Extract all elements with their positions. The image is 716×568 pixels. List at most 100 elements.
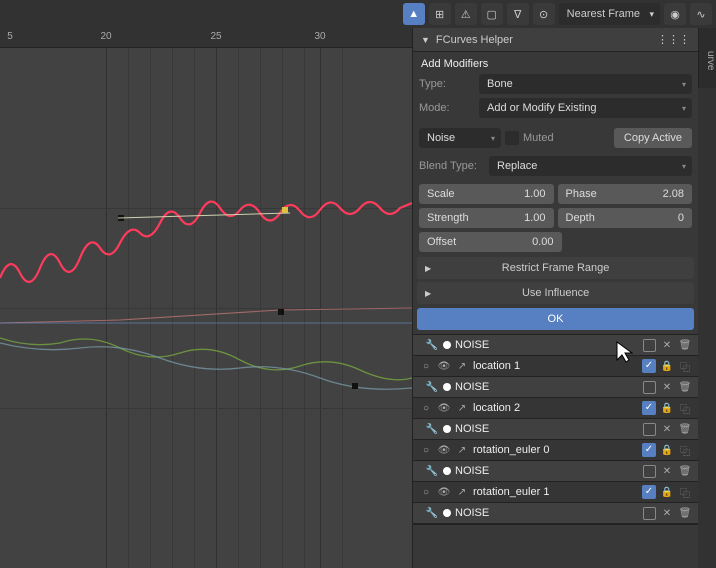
radio-icon[interactable]: ○: [419, 401, 433, 415]
radio-icon[interactable]: ○: [419, 359, 433, 373]
trash-icon[interactable]: 🗑: [678, 380, 692, 394]
lock-icon[interactable]: 🔒: [660, 485, 674, 499]
warning-icon[interactable]: ⚠: [455, 3, 477, 25]
offset-field[interactable]: Offset0.00: [419, 232, 562, 252]
pivot-icon[interactable]: ⊙: [533, 3, 555, 25]
channel-name: rotation_euler 0: [473, 444, 638, 456]
dot-icon: [443, 383, 451, 391]
modifier-row[interactable]: 🔧 NOISE ✕ 🗑: [413, 503, 698, 524]
type-label: Type:: [419, 78, 475, 90]
channel-checkbox[interactable]: [642, 485, 656, 499]
checkbox[interactable]: [643, 507, 656, 520]
channel-row[interactable]: ○ 👁 ↗ rotation_euler 0 🔒 ⿻: [413, 440, 698, 461]
restrict-frame-range-toggle[interactable]: ▶Restrict Frame Range: [417, 257, 694, 279]
wrench-icon: 🔧: [425, 380, 439, 394]
keyframe-handle: [278, 309, 284, 315]
channel-row[interactable]: ○👁↗location 2🔒⿻: [413, 398, 698, 419]
use-influence-toggle[interactable]: ▶Use Influence: [417, 282, 694, 304]
section-add-modifiers: Add Modifiers: [413, 52, 698, 72]
timeline-ruler[interactable]: 5 20 25 30: [0, 28, 412, 48]
modifier-name: NOISE: [455, 381, 639, 393]
muted-checkbox[interactable]: [505, 131, 519, 145]
n-panel: ▼ FCurves Helper ⋮⋮⋮ Add Modifiers Type:…: [412, 28, 698, 568]
ok-button[interactable]: OK: [417, 308, 694, 330]
curve-icon: ↗: [455, 359, 469, 373]
copy-icon[interactable]: ⿻: [678, 443, 692, 457]
panel-header[interactable]: ▼ FCurves Helper ⋮⋮⋮: [413, 28, 698, 52]
channel-row[interactable]: ○👁↗rotation_euler 1🔒⿻: [413, 482, 698, 503]
scale-field[interactable]: Scale1.00: [419, 184, 554, 204]
curve-icon: ↗: [455, 443, 469, 457]
graph-editor[interactable]: 5 20 25 30: [0, 28, 412, 568]
header-toolbar: ▲ ⊞ ⚠ ▢ ∇ ⊙ Nearest Frame ◉ ∿: [0, 0, 716, 28]
channel-name: location 2: [473, 402, 638, 414]
trash-icon[interactable]: 🗑: [678, 506, 692, 520]
modifier-name: NOISE: [455, 423, 639, 435]
cursor-tool-icon[interactable]: ▲: [403, 3, 425, 25]
wrench-icon: 🔧: [425, 506, 439, 520]
lock-icon[interactable]: 🔒: [660, 443, 674, 457]
modifier-row[interactable]: 🔧NOISE✕🗑: [413, 461, 698, 482]
keyframe-handle: [282, 207, 288, 213]
modifier-row[interactable]: 🔧NOISE✕🗑: [413, 419, 698, 440]
radio-icon[interactable]: ○: [419, 485, 433, 499]
close-icon[interactable]: ✕: [660, 506, 674, 520]
modifier-type-select[interactable]: Noise: [419, 128, 501, 148]
channel-row[interactable]: ○ 👁 ↗ location 1 🔒 ⿻: [413, 356, 698, 377]
snap-mode-select[interactable]: Nearest Frame: [559, 3, 660, 25]
channel-checkbox[interactable]: [642, 401, 656, 415]
side-tab[interactable]: urve: [698, 28, 716, 88]
wrench-icon: 🔧: [425, 338, 439, 352]
checkbox[interactable]: [643, 465, 656, 478]
snap-icon[interactable]: ⊞: [429, 3, 451, 25]
grip-icon[interactable]: ⋮⋮⋮: [657, 33, 690, 46]
channel-name: location 1: [473, 360, 638, 372]
blend-type-label: Blend Type:: [419, 160, 485, 172]
phase-field[interactable]: Phase2.08: [558, 184, 693, 204]
modifier-row[interactable]: 🔧 NOISE ✕ 🗑: [413, 377, 698, 398]
dot-icon: [443, 509, 451, 517]
close-icon[interactable]: ✕: [660, 338, 674, 352]
lock-icon[interactable]: 🔒: [660, 401, 674, 415]
checkbox[interactable]: [643, 339, 656, 352]
strength-field[interactable]: Strength1.00: [419, 208, 554, 228]
panel-title: FCurves Helper: [436, 34, 513, 46]
copy-icon[interactable]: ⿻: [678, 359, 692, 373]
channel-checkbox[interactable]: [642, 443, 656, 457]
copy-active-button[interactable]: Copy Active: [614, 128, 692, 148]
type-select[interactable]: Bone: [479, 74, 692, 94]
trash-icon[interactable]: 🗑: [678, 338, 692, 352]
muted-label: Muted: [523, 132, 554, 144]
trash-icon[interactable]: 🗑: [678, 422, 692, 436]
modifier-name: NOISE: [455, 507, 639, 519]
checkbox[interactable]: [643, 381, 656, 394]
eye-icon[interactable]: 👁: [437, 401, 451, 415]
lock-icon[interactable]: 🔒: [660, 359, 674, 373]
checkbox[interactable]: [643, 423, 656, 436]
copy-icon[interactable]: ⿻: [678, 485, 692, 499]
depth-field[interactable]: Depth0: [558, 208, 693, 228]
close-icon[interactable]: ✕: [660, 464, 674, 478]
copy-icon[interactable]: ⿻: [678, 401, 692, 415]
eye-icon[interactable]: 👁: [437, 485, 451, 499]
blend-type-select[interactable]: Replace: [489, 156, 692, 176]
mode-select[interactable]: Add or Modify Existing: [479, 98, 692, 118]
proportional-icon[interactable]: ◉: [664, 3, 686, 25]
curve-icon: ↗: [455, 485, 469, 499]
close-icon[interactable]: ✕: [660, 380, 674, 394]
normalize-icon[interactable]: ▢: [481, 3, 503, 25]
triangle-down-icon: ▼: [421, 35, 430, 45]
keyframe-handle: [352, 383, 358, 389]
close-icon[interactable]: ✕: [660, 422, 674, 436]
falloff-icon[interactable]: ∿: [690, 3, 712, 25]
radio-icon[interactable]: ○: [419, 443, 433, 457]
modifier-name: NOISE: [455, 465, 639, 477]
channel-checkbox[interactable]: [642, 359, 656, 373]
eye-icon[interactable]: 👁: [437, 443, 451, 457]
mode-label: Mode:: [419, 102, 475, 114]
filter-icon[interactable]: ∇: [507, 3, 529, 25]
dot-icon: [443, 467, 451, 475]
modifier-row[interactable]: 🔧NOISE✕🗑: [413, 335, 698, 356]
trash-icon[interactable]: 🗑: [678, 464, 692, 478]
eye-icon[interactable]: 👁: [437, 359, 451, 373]
